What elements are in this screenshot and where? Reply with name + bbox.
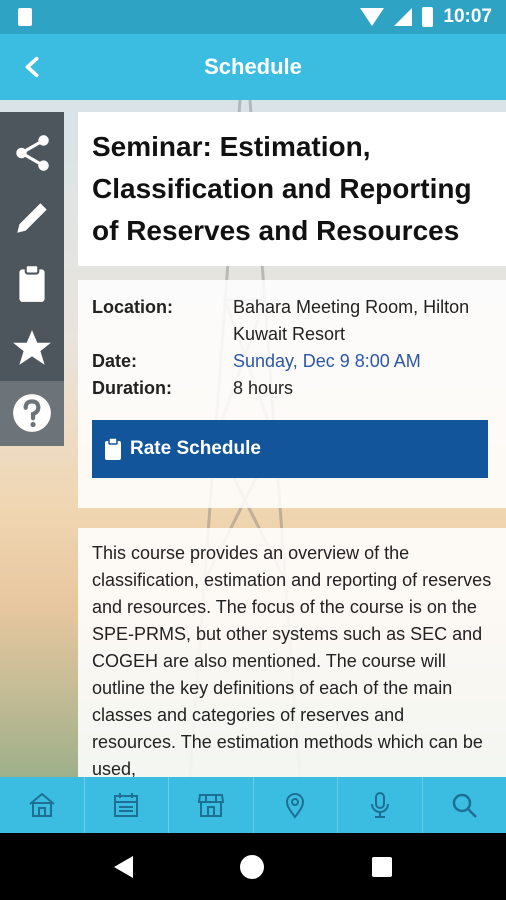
clipboard-icon <box>105 437 121 460</box>
rate-schedule-button[interactable]: Rate Schedule <box>92 420 488 478</box>
content-area: Seminar: Estimation, Classification and … <box>0 100 506 777</box>
duration-value: 8 hours <box>233 378 294 398</box>
rate-schedule-label: Rate Schedule <box>130 438 261 459</box>
nav-schedule[interactable] <box>85 777 169 833</box>
duration-row: Duration: 8 hours <box>92 375 492 402</box>
home-icon <box>29 792 55 817</box>
help-button[interactable] <box>0 380 64 447</box>
session-description: This course provides an overview of the … <box>92 543 492 777</box>
wifi-icon <box>360 8 385 26</box>
location-label: Location: <box>92 297 173 317</box>
search-icon <box>453 793 478 818</box>
nav-exhibitors[interactable] <box>169 777 254 833</box>
share-button[interactable] <box>0 120 64 185</box>
date-label: Date: <box>92 351 138 371</box>
date-row: Date: Sunday, Dec 9 8:00 AM <box>92 348 492 375</box>
session-title-card: Seminar: Estimation, Classification and … <box>78 112 506 266</box>
nav-speakers[interactable] <box>338 777 423 833</box>
nav-home[interactable] <box>0 777 85 833</box>
map-pin-icon <box>286 793 305 819</box>
edit-button[interactable] <box>0 185 64 250</box>
system-home-icon[interactable] <box>240 854 265 879</box>
date-link[interactable]: Sunday, Dec 9 8:00 AM <box>233 348 492 375</box>
description-card: This course provides an overview of the … <box>78 528 506 777</box>
status-bar: 10:07 <box>0 0 506 34</box>
location-value: Bahara Meeting Room, Hilton Kuwait Resor… <box>233 297 470 344</box>
nav-map[interactable] <box>254 777 338 833</box>
sim-card-icon <box>18 8 32 26</box>
session-details: Location: Bahara Meeting Room, Hilton Ku… <box>78 280 506 508</box>
signal-icon <box>394 8 413 26</box>
pencil-icon <box>17 203 47 233</box>
system-nav-bar <box>0 833 506 900</box>
clipboard-icon <box>19 264 45 302</box>
location-row: Location: Bahara Meeting Room, Hilton Ku… <box>92 294 492 348</box>
clock: 10:07 <box>443 6 492 27</box>
bottom-nav <box>0 777 506 833</box>
nav-search[interactable] <box>423 777 506 833</box>
app-bar: Schedule <box>0 34 506 100</box>
microphone-icon <box>370 792 389 818</box>
duration-label: Duration: <box>92 378 172 398</box>
store-icon <box>197 794 224 817</box>
system-back-icon[interactable] <box>113 855 133 878</box>
share-icon <box>16 134 49 171</box>
system-recents-icon[interactable] <box>372 856 393 877</box>
side-toolbar <box>0 112 64 447</box>
calendar-icon <box>114 793 139 817</box>
session-title: Seminar: Estimation, Classification and … <box>92 131 472 246</box>
star-icon <box>13 330 51 366</box>
page-title: Schedule <box>204 54 302 79</box>
battery-icon <box>422 7 434 27</box>
notes-button[interactable] <box>0 250 64 315</box>
favorite-button[interactable] <box>0 316 64 381</box>
help-icon <box>13 394 51 433</box>
